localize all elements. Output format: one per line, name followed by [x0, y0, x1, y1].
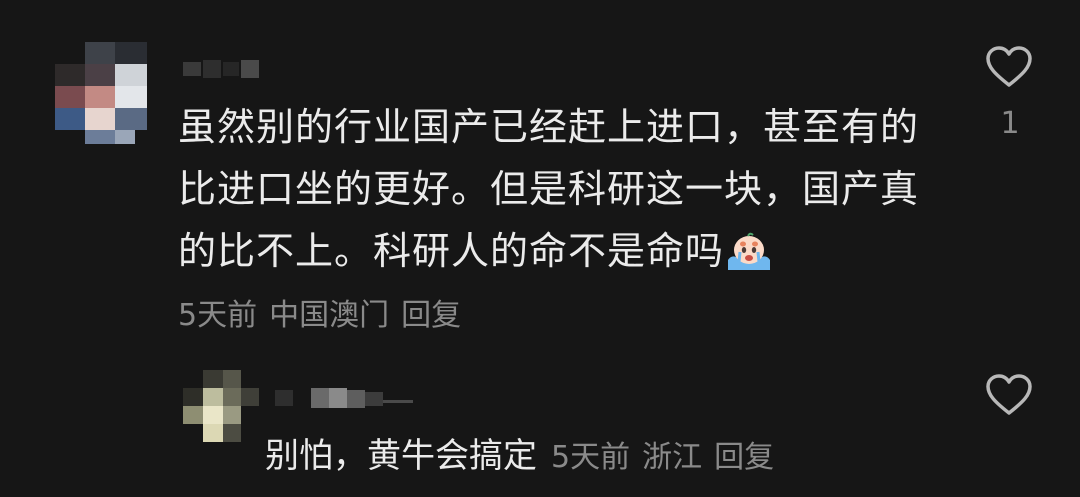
heart-outline-icon[interactable]	[985, 45, 1033, 89]
reply-time: 5天前	[551, 440, 631, 475]
reply-avatar[interactable]	[183, 370, 259, 444]
comment-body: 虽然别的行业国产已经赶上进口，甚至有的比进口坐的更好。但是科研这一块，国产真的比…	[178, 105, 920, 273]
reply-meta: 5天前 浙江 回复	[551, 440, 786, 475]
like-count: 1	[1000, 106, 1020, 141]
reply-username[interactable]	[275, 388, 415, 408]
comment-location: 中国澳门	[269, 298, 390, 333]
comment-thread: 虽然别的行业国产已经赶上进口，甚至有的比进口坐的更好。但是科研这一块，国产真的比…	[0, 0, 1080, 497]
reply-button[interactable]: 回复	[401, 298, 461, 333]
comment-text: 虽然别的行业国产已经赶上进口，甚至有的比进口坐的更好。但是科研这一块，国产真的比…	[178, 96, 938, 282]
reply-reply-button[interactable]: 回复	[714, 440, 774, 475]
crying-face-emoji	[728, 232, 771, 270]
username[interactable]	[183, 60, 259, 78]
reply-location: 浙江	[642, 440, 703, 475]
reply-comment: 别怕，黄牛会搞定 5天前 浙江 回复	[265, 428, 786, 477]
reply-body: 别怕，黄牛会搞定	[265, 436, 537, 476]
avatar[interactable]	[55, 42, 147, 144]
heart-outline-icon[interactable]	[985, 373, 1033, 417]
comment-time: 5天前	[178, 298, 258, 333]
comment-meta: 5天前 中国澳门 回复	[178, 290, 473, 334]
